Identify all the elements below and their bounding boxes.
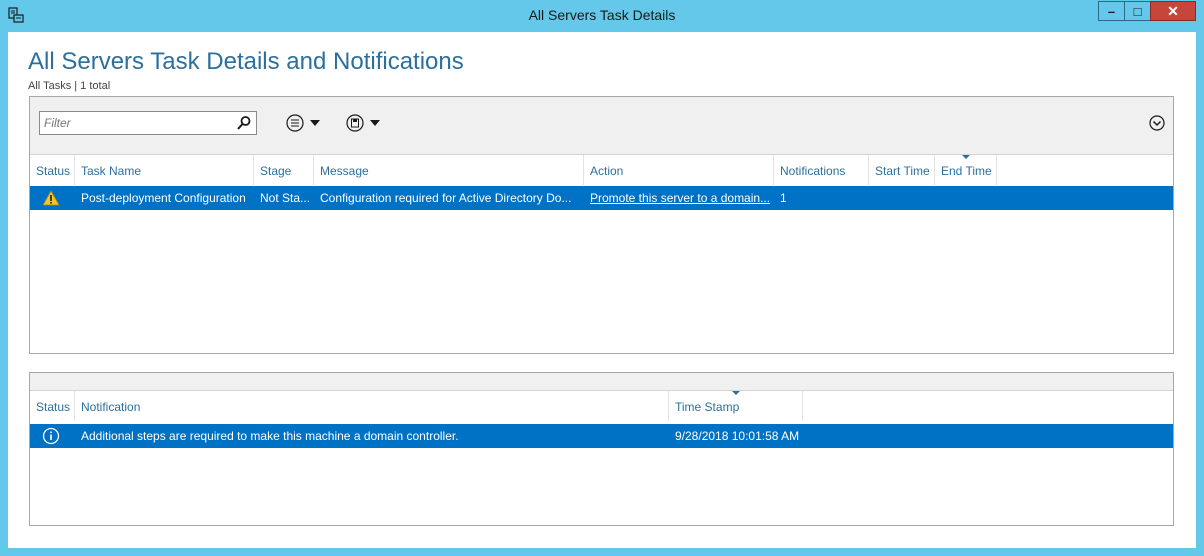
tasks-panel: Status Task Name Stage Message Action No… — [29, 96, 1174, 354]
column-header-stage[interactable]: Stage — [254, 155, 314, 185]
chevron-down-icon — [310, 120, 320, 126]
warning-icon — [42, 190, 60, 206]
client-area: All Servers Task Details and Notificatio… — [8, 32, 1196, 548]
window-controls: – □ ✕ — [1098, 1, 1196, 21]
list-icon — [286, 114, 304, 132]
column-header-time-stamp[interactable]: Time Stamp — [669, 391, 803, 421]
save-button[interactable] — [346, 113, 380, 133]
end-time-cell — [935, 186, 997, 210]
close-icon: ✕ — [1167, 2, 1179, 19]
sort-indicator-icon — [732, 391, 740, 395]
column-header-start-time[interactable]: Start Time — [869, 155, 935, 185]
maximize-button[interactable]: □ — [1124, 1, 1150, 21]
status-cell — [30, 186, 75, 210]
status-cell — [30, 424, 75, 448]
notifications-toolbar — [30, 373, 1173, 391]
time-stamp-cell: 9/28/2018 10:01:58 AM — [675, 429, 800, 443]
notifications-cell: 1 — [780, 191, 787, 205]
title-bar[interactable]: All Servers Task Details – □ ✕ — [0, 0, 1204, 32]
filter-input[interactable] — [40, 112, 230, 134]
sort-indicator-icon — [962, 155, 970, 159]
info-icon — [42, 427, 60, 445]
tasks-table-header: Status Task Name Stage Message Action No… — [30, 155, 1173, 185]
task-count: All Tasks | 1 total — [28, 80, 111, 92]
tasks-toolbar — [30, 97, 1173, 155]
column-header-end-time[interactable]: End Time — [935, 155, 997, 185]
filter-box[interactable] — [39, 111, 257, 135]
notifications-panel: Status Notification Time Stamp Additiona… — [29, 372, 1174, 526]
column-header-notification[interactable]: Notification — [75, 391, 669, 421]
column-header-status[interactable]: Status — [30, 155, 75, 185]
notifications-table-header: Status Notification Time Stamp — [30, 391, 1173, 421]
notification-cell: Additional steps are required to make th… — [81, 429, 459, 443]
window-title: All Servers Task Details — [528, 7, 676, 23]
expand-icon[interactable] — [1149, 115, 1165, 131]
table-row[interactable]: Additional steps are required to make th… — [30, 424, 1173, 448]
promote-server-link[interactable]: Promote this server to a domain... — [584, 186, 774, 210]
start-time-cell — [869, 186, 935, 210]
message-cell: Configuration required for Active Direct… — [320, 191, 572, 205]
maximize-icon: □ — [1133, 3, 1142, 19]
column-header-task-name[interactable]: Task Name — [75, 155, 254, 185]
minimize-icon: – — [1107, 3, 1116, 19]
list-view-button[interactable] — [286, 113, 320, 133]
column-header-message[interactable]: Message — [314, 155, 584, 185]
table-row[interactable]: Post-deployment Configuration Not Sta...… — [30, 186, 1173, 210]
search-icon[interactable] — [236, 115, 252, 131]
window: All Servers Task Details – □ ✕ All Serve… — [0, 0, 1204, 556]
stage-cell: Not Sta... — [260, 191, 311, 205]
chevron-down-icon — [370, 120, 380, 126]
page-title: All Servers Task Details and Notificatio… — [28, 48, 464, 75]
column-header-action[interactable]: Action — [584, 155, 774, 185]
column-header-notifications[interactable]: Notifications — [774, 155, 869, 185]
close-button[interactable]: ✕ — [1150, 1, 1196, 21]
task-name-cell: Post-deployment Configuration — [81, 191, 246, 205]
save-icon — [346, 114, 364, 132]
minimize-button[interactable]: – — [1098, 1, 1124, 21]
column-header-status[interactable]: Status — [30, 391, 75, 421]
